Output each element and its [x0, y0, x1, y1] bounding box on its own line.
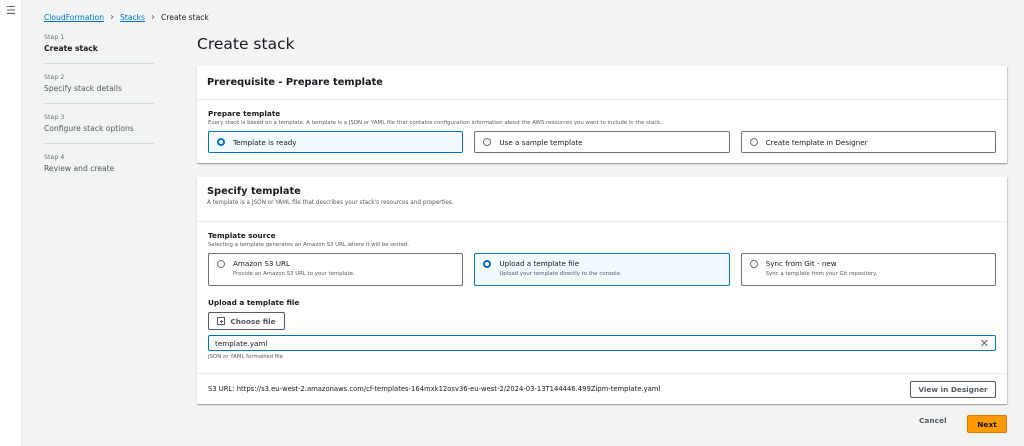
option-template-designer[interactable]: Create template in Designer — [740, 131, 996, 153]
option-label: Amazon S3 URL — [233, 259, 291, 268]
template-source-description: Selecting a template generates an Amazon… — [208, 242, 410, 248]
wizard-step-4: Step 4 Review and create — [44, 154, 154, 183]
specify-template-header: Specify template A template is a JSON or… — [197, 177, 1007, 222]
cancel-button[interactable]: Cancel — [919, 416, 947, 425]
option-sample-template[interactable]: Use a sample template — [474, 131, 730, 153]
radio-selected-icon[interactable] — [483, 260, 492, 268]
choose-file-label: Choose file — [230, 316, 276, 326]
hamburger-icon[interactable]: ☰ — [6, 4, 16, 17]
specify-template-description: A template is a JSON or YAML file that d… — [207, 200, 454, 206]
step-number: Step 2 — [44, 74, 65, 81]
selected-file-field[interactable]: template.yaml ✕ — [208, 335, 996, 351]
step-label: Specify stack details — [44, 84, 122, 93]
option-upload-file[interactable]: Upload a template file Upload your templ… — [474, 253, 730, 286]
step-number: Step 3 — [44, 114, 65, 121]
option-description: Upload your template directly to the con… — [499, 271, 622, 277]
prerequisite-title: Prerequisite - Prepare template — [207, 77, 383, 88]
s3-url-text: S3 URL: https://s3.eu-west-2.amazonaws.c… — [208, 385, 661, 393]
s3-url-row: S3 URL: https://s3.eu-west-2.amazonaws.c… — [197, 373, 1007, 404]
breadcrumb-current: Create stack — [161, 13, 209, 22]
option-label: Upload a template file — [499, 259, 580, 268]
selected-file-name: template.yaml — [215, 338, 268, 348]
upload-icon — [217, 317, 226, 325]
radio-icon[interactable] — [483, 138, 492, 146]
radio-icon[interactable] — [749, 138, 758, 146]
choose-file-button[interactable]: Choose file — [208, 312, 285, 330]
option-label: Sync from Git - new — [765, 259, 837, 268]
prerequisite-card-header: Prerequisite - Prepare template — [197, 66, 1007, 100]
option-label: Template is ready — [233, 137, 297, 147]
option-s3-url[interactable]: Amazon S3 URL Provide an Amazon S3 URL t… — [208, 253, 464, 286]
prepare-template-label: Prepare template — [208, 109, 281, 118]
template-source-label: Template source — [208, 231, 276, 240]
option-label: Create template in Designer — [765, 137, 868, 147]
breadcrumb-stacks[interactable]: Stacks — [120, 13, 145, 22]
file-format-hint: JSON or YAML formatted file — [208, 354, 283, 360]
page-title: Create stack — [197, 35, 295, 53]
radio-icon[interactable] — [749, 260, 758, 268]
wizard-step-3: Step 3 Configure stack options — [44, 114, 154, 144]
step-label: Configure stack options — [44, 124, 134, 133]
option-sync-git[interactable]: Sync from Git - new Sync a template from… — [740, 253, 996, 286]
prepare-template-field: Prepare template Every stack is based on… — [197, 100, 1007, 162]
breadcrumb: CloudFormation › Stacks › Create stack — [44, 12, 209, 23]
option-template-ready[interactable]: Template is ready — [208, 131, 464, 153]
prepare-template-description: Every stack is based on a template. A te… — [208, 120, 663, 126]
step-label: Review and create — [44, 164, 115, 173]
clear-icon[interactable]: ✕ — [980, 338, 989, 349]
specify-template-card: Specify template A template is a JSON or… — [197, 177, 1007, 404]
prepare-template-options: Template is ready Use a sample template … — [208, 131, 996, 153]
radio-icon[interactable] — [217, 260, 225, 268]
chevron-right-icon: › — [151, 12, 156, 23]
left-nav-rail: ☰ — [0, 0, 22, 446]
wizard-step-1: Step 1 Create stack — [44, 34, 154, 64]
specify-template-title: Specify template — [207, 186, 301, 197]
option-label: Use a sample template — [499, 137, 583, 147]
template-source-options: Amazon S3 URL Provide an Amazon S3 URL t… — [208, 253, 996, 286]
template-source-field: Template source Selecting a template gen… — [197, 222, 1007, 360]
wizard-step-2: Step 2 Specify stack details — [44, 74, 154, 104]
step-label: Create stack — [44, 44, 98, 53]
view-in-designer-button[interactable]: View in Designer — [910, 380, 996, 398]
upload-file-label: Upload a template file — [208, 298, 300, 307]
breadcrumb-cloudformation[interactable]: CloudFormation — [44, 13, 104, 22]
option-description: Sync a template from your Git repository… — [765, 271, 878, 277]
prerequisite-card: Prerequisite - Prepare template Prepare … — [197, 66, 1007, 163]
chevron-right-icon: › — [110, 12, 115, 23]
option-description: Provide an Amazon S3 URL to your templat… — [233, 271, 355, 277]
radio-selected-icon[interactable] — [217, 138, 225, 146]
step-number: Step 1 — [44, 34, 65, 41]
next-button[interactable]: Next — [967, 415, 1007, 433]
step-number: Step 4 — [44, 154, 65, 161]
wizard-steps: Step 1 Create stack Step 2 Specify stack… — [44, 34, 154, 193]
